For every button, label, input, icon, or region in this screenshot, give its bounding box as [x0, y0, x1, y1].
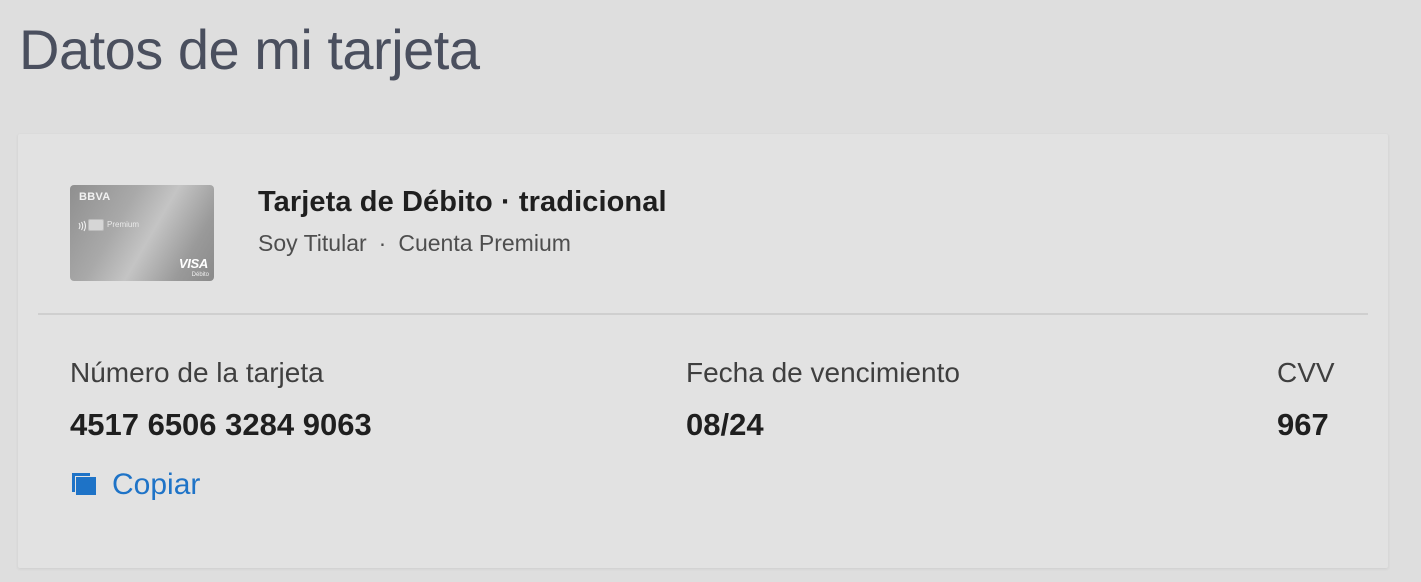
contactless-icon	[78, 220, 87, 232]
expiry-date-label: Fecha de vencimiento	[686, 357, 960, 388]
card-tier-label: Premium	[107, 220, 140, 229]
expiry-date-value: 08/24	[686, 407, 764, 442]
card-network-sub: Débito	[191, 272, 209, 278]
card-image: BBVA Premium VISA Débito	[70, 185, 214, 281]
subtitle-separator: ·	[378, 230, 387, 256]
divider	[38, 313, 1368, 315]
copy-icon	[72, 473, 96, 495]
cvv-label: CVV	[1277, 357, 1335, 388]
card-brand-logo: BBVA	[79, 191, 111, 203]
card-holder-role: Soy Titular	[258, 230, 367, 256]
copy-card-number-button[interactable]: Copiar	[70, 468, 200, 502]
cvv-value: 967	[1277, 407, 1329, 442]
page-title: Datos de mi tarjeta	[19, 18, 480, 81]
card-details-panel: BBVA Premium VISA Débito Tarjeta de Débi…	[18, 134, 1388, 568]
card-account-name: Cuenta Premium	[398, 230, 571, 256]
copy-button-label: Copiar	[112, 468, 201, 501]
visa-logo: VISA	[178, 256, 208, 271]
card-subtitle: Soy Titular · Cuenta Premium	[258, 230, 571, 257]
chip-icon	[88, 219, 104, 231]
card-title: Tarjeta de Débito · tradicional	[258, 186, 667, 218]
card-number-label: Número de la tarjeta	[70, 357, 324, 388]
card-number-value: 4517 6506 3284 9063	[70, 407, 372, 442]
